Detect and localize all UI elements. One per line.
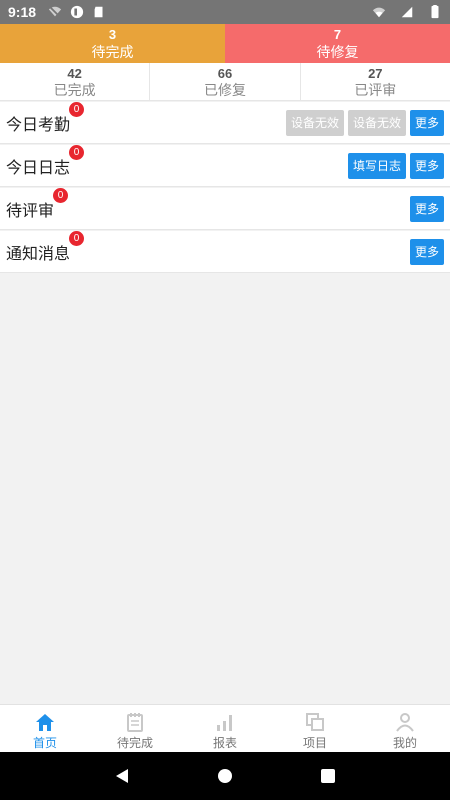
daily-log-title-text: 今日日志 xyxy=(6,159,71,177)
tab-home-label: 首页 xyxy=(32,736,57,750)
repaired-label: 已修复 xyxy=(203,82,246,98)
repair-summary[interactable]: 7 待修复 xyxy=(225,24,450,63)
person-icon xyxy=(396,713,414,732)
pending-count: 3 xyxy=(108,27,117,42)
attendance-badge: 0 xyxy=(69,101,85,117)
completed-stat[interactable]: 42 已完成 xyxy=(0,63,151,100)
notifications-actions: 更多 xyxy=(409,238,444,265)
repair-label: 待修复 xyxy=(316,44,359,60)
completed-count: 42 xyxy=(67,66,82,81)
section-list: 今日考勤 0 设备无效 设备无效 更多 今日日志 0 填写日志 更多 待评审 0… xyxy=(0,101,450,274)
sd-card-icon xyxy=(94,6,103,18)
status-bar: 9:18 xyxy=(0,0,450,24)
tab-pending-label: 待完成 xyxy=(116,736,153,750)
tab-reports-label: 报表 xyxy=(212,736,237,750)
repaired-stat[interactable]: 66 已修复 xyxy=(150,63,301,100)
status-time: 9:18 xyxy=(8,4,37,20)
tab-reports[interactable]: 报表 xyxy=(180,705,270,752)
pending-review-title-text: 待评审 xyxy=(6,202,55,220)
notifications-row: 通知消息 0 更多 xyxy=(0,230,450,273)
notifications-title: 通知消息 0 xyxy=(6,230,85,264)
tab-home[interactable]: 首页 xyxy=(0,705,90,752)
tab-projects-label: 项目 xyxy=(302,736,327,750)
notepad-icon xyxy=(127,713,143,732)
device-invalid-button[interactable]: 设备无效 xyxy=(285,109,344,136)
pending-label: 待完成 xyxy=(91,44,134,60)
daily-log-title: 今日日志 0 xyxy=(6,144,85,178)
wifi-icon xyxy=(372,7,386,18)
pending-summary[interactable]: 3 待完成 xyxy=(0,24,225,63)
pending-review-row: 待评审 0 更多 xyxy=(0,187,450,230)
daily-log-badge: 0 xyxy=(69,144,85,160)
attendance-more-button[interactable]: 更多 xyxy=(409,109,444,136)
system-nav-bar xyxy=(0,752,450,800)
back-icon[interactable] xyxy=(113,767,131,785)
bottom-tab-bar: 首页 待完成 报表 项目 我的 xyxy=(0,704,450,752)
notifications-title-text: 通知消息 xyxy=(6,245,71,263)
daily-log-more-button[interactable]: 更多 xyxy=(409,152,444,179)
completed-label: 已完成 xyxy=(53,82,96,98)
wifi-off-icon xyxy=(48,6,62,18)
stats-row: 42 已完成 66 已修复 27 已评审 xyxy=(0,63,450,101)
attendance-row: 今日考勤 0 设备无效 设备无效 更多 xyxy=(0,101,450,144)
write-log-button[interactable]: 填写日志 xyxy=(347,152,406,179)
pending-review-more-button[interactable]: 更多 xyxy=(409,195,444,222)
notifications-more-button[interactable]: 更多 xyxy=(409,238,444,265)
battery-icon xyxy=(431,5,439,19)
app-notification-icon xyxy=(70,5,84,19)
reviewed-count: 27 xyxy=(368,66,383,81)
copy-icon xyxy=(306,713,324,731)
signal-icon xyxy=(401,6,413,18)
summary-banner: 3 待完成 7 待修复 xyxy=(0,24,450,63)
recents-icon[interactable] xyxy=(319,767,337,785)
attendance-actions: 设备无效 设备无效 更多 xyxy=(285,109,444,136)
attendance-title: 今日考勤 0 xyxy=(6,101,85,135)
reviewed-stat[interactable]: 27 已评审 xyxy=(301,63,450,100)
notifications-badge: 0 xyxy=(69,230,85,246)
repaired-count: 66 xyxy=(217,66,233,81)
repair-count: 7 xyxy=(333,27,342,42)
pending-review-title: 待评审 0 xyxy=(6,187,69,221)
tab-pending[interactable]: 待完成 xyxy=(90,705,180,752)
tab-mine-label: 我的 xyxy=(392,736,417,750)
home-nav-icon[interactable] xyxy=(216,767,234,785)
device-invalid-button-2[interactable]: 设备无效 xyxy=(347,109,406,136)
home-icon xyxy=(36,714,54,731)
daily-log-actions: 填写日志 更多 xyxy=(347,152,444,179)
pending-review-badge: 0 xyxy=(53,187,69,203)
bar-chart-icon xyxy=(217,715,232,731)
attendance-title-text: 今日考勤 xyxy=(6,116,71,134)
tab-mine[interactable]: 我的 xyxy=(360,705,450,752)
pending-review-actions: 更多 xyxy=(409,195,444,222)
reviewed-label: 已评审 xyxy=(354,82,397,98)
tab-projects[interactable]: 项目 xyxy=(270,705,360,752)
daily-log-row: 今日日志 0 填写日志 更多 xyxy=(0,144,450,187)
